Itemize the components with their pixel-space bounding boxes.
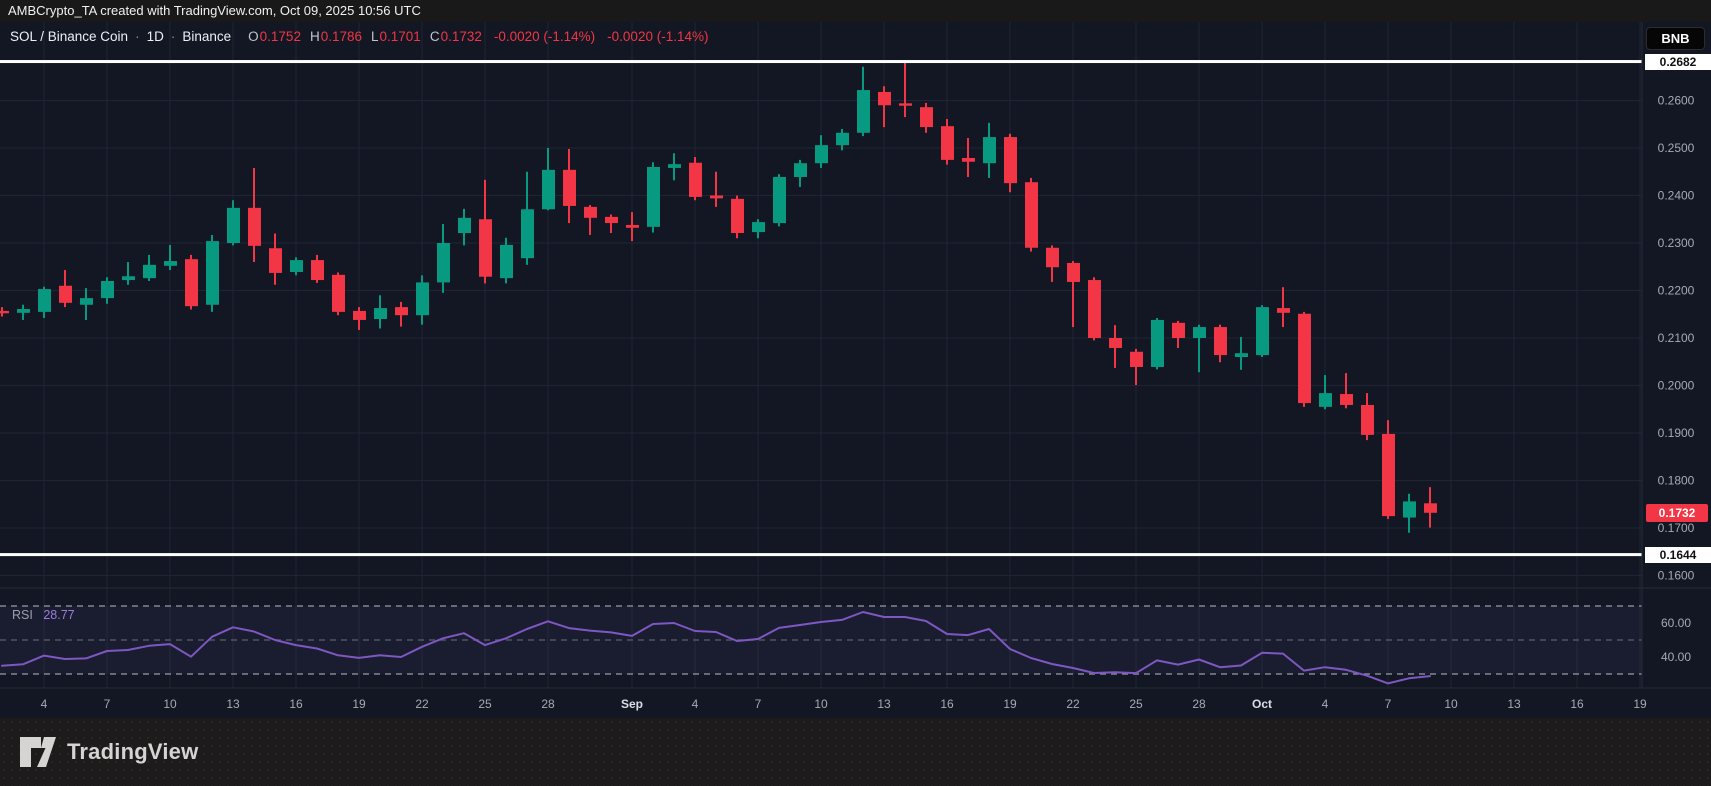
svg-text:0.2400: 0.2400 <box>1658 189 1695 203</box>
svg-text:16: 16 <box>1570 697 1584 711</box>
rsi-value: 28.77 <box>43 608 74 622</box>
svg-text:4: 4 <box>692 697 699 711</box>
svg-text:40.00: 40.00 <box>1661 650 1691 664</box>
lower-level-price-badge: 0.1644 <box>1645 547 1711 563</box>
interval-label[interactable]: 1D <box>147 29 164 44</box>
rsi-pane <box>0 606 1642 674</box>
svg-text:28: 28 <box>541 697 555 711</box>
change-value-2: -0.0020 (-1.14%) <box>607 29 708 44</box>
svg-text:25: 25 <box>1129 697 1143 711</box>
svg-text:22: 22 <box>1066 697 1080 711</box>
svg-text:7: 7 <box>755 697 762 711</box>
svg-text:7: 7 <box>104 697 111 711</box>
svg-text:4: 4 <box>41 697 48 711</box>
svg-text:Oct: Oct <box>1252 697 1272 711</box>
svg-text:0.2100: 0.2100 <box>1658 331 1695 345</box>
high-value: 0.1786 <box>321 29 362 44</box>
low-value: 0.1701 <box>380 29 421 44</box>
svg-text:19: 19 <box>352 697 366 711</box>
symbol-legend[interactable]: SOL / Binance Coin · 1D · Binance O0.175… <box>10 29 708 44</box>
svg-text:0.1900: 0.1900 <box>1658 426 1695 440</box>
svg-text:0.2300: 0.2300 <box>1658 236 1695 250</box>
price-chart-canvas[interactable]: 0.2600 0.2500 0.2400 0.2300 0.2200 0.2100 0.20… <box>0 0 1711 786</box>
legend-separator: · <box>135 29 140 44</box>
svg-text:0.1600: 0.1600 <box>1658 569 1695 583</box>
rsi-label: RSI <box>12 608 33 622</box>
svg-text:13: 13 <box>1507 697 1521 711</box>
upper-level-price-badge: 0.2682 <box>1645 54 1711 70</box>
svg-text:0.2000: 0.2000 <box>1658 379 1695 393</box>
svg-text:13: 13 <box>877 697 891 711</box>
footer: TradingView <box>0 718 1711 786</box>
svg-text:7: 7 <box>1385 697 1392 711</box>
svg-text:0.2500: 0.2500 <box>1658 141 1695 155</box>
exchange-label[interactable]: Binance <box>182 29 231 44</box>
legend-separator: · <box>171 29 176 44</box>
svg-text:0.1700: 0.1700 <box>1658 521 1695 535</box>
svg-text:Sep: Sep <box>621 697 643 711</box>
svg-text:16: 16 <box>940 697 954 711</box>
high-label: H <box>310 29 320 44</box>
svg-text:25: 25 <box>478 697 492 711</box>
close-value: 0.1732 <box>441 29 482 44</box>
open-label: O <box>248 29 259 44</box>
svg-text:0.1800: 0.1800 <box>1658 474 1695 488</box>
svg-text:0.2600: 0.2600 <box>1658 94 1695 108</box>
svg-text:4: 4 <box>1322 697 1329 711</box>
svg-text:19: 19 <box>1633 697 1647 711</box>
svg-text:0.2200: 0.2200 <box>1658 284 1695 298</box>
symbol-title[interactable]: SOL / Binance Coin <box>10 29 128 44</box>
open-value: 0.1752 <box>260 29 301 44</box>
svg-text:28: 28 <box>1192 697 1206 711</box>
tradingview-chart-screenshot: AMBCrypto_TA created with TradingView.co… <box>0 0 1711 786</box>
tradingview-logo-text[interactable]: TradingView <box>67 739 198 765</box>
tradingview-logo-icon[interactable] <box>18 735 58 769</box>
svg-text:10: 10 <box>814 697 828 711</box>
svg-text:19: 19 <box>1003 697 1017 711</box>
rsi-legend[interactable]: RSI 28.77 <box>12 608 75 622</box>
change-value: -0.0020 (-1.14%) <box>494 29 595 44</box>
low-label: L <box>371 29 379 44</box>
svg-text:16: 16 <box>289 697 303 711</box>
svg-text:22: 22 <box>415 697 429 711</box>
svg-text:10: 10 <box>163 697 177 711</box>
svg-text:60.00: 60.00 <box>1661 616 1691 630</box>
svg-text:10: 10 <box>1444 697 1458 711</box>
svg-text:13: 13 <box>226 697 240 711</box>
close-label: C <box>430 29 440 44</box>
currency-badge[interactable]: BNB <box>1646 27 1705 50</box>
last-price-badge: 0.1732 <box>1646 504 1708 522</box>
